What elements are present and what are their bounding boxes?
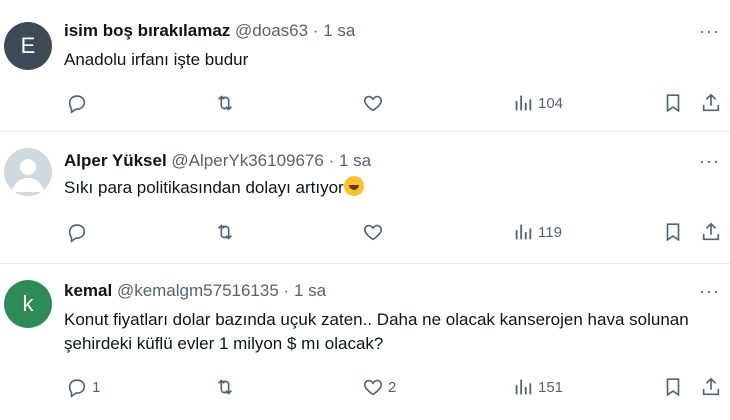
tweet-text: Konut fiyatları dolar bazında uçuk zaten… bbox=[64, 310, 689, 353]
timestamp[interactable]: 1 sa bbox=[339, 151, 371, 170]
more-options-icon[interactable]: ··· bbox=[699, 20, 720, 42]
timestamp[interactable]: 1 sa bbox=[323, 21, 355, 40]
views-button[interactable]: 104 bbox=[512, 90, 563, 116]
views-count: 104 bbox=[538, 94, 564, 112]
like-icon bbox=[363, 95, 383, 112]
views-button[interactable]: 151 bbox=[512, 374, 563, 400]
like-button[interactable] bbox=[362, 90, 388, 116]
tweet-text-container: Sıkı para politikasından dolayı artıyor bbox=[64, 176, 714, 200]
bookmark-button[interactable] bbox=[662, 219, 684, 245]
share-icon bbox=[702, 93, 720, 112]
tweet-text: Anadolu irfanı işte budur bbox=[64, 50, 249, 69]
more-options-icon[interactable]: ··· bbox=[699, 280, 720, 302]
tweet-header: isim boş bırakılamaz @doas63 · 1 sa bbox=[64, 20, 355, 42]
tweet-header: kemal @kemalgm57516135 · 1 sa bbox=[64, 280, 326, 302]
views-icon bbox=[515, 379, 532, 395]
avatar[interactable] bbox=[4, 148, 52, 196]
timestamp[interactable]: 1 sa bbox=[294, 281, 326, 300]
default-avatar-icon bbox=[12, 159, 44, 192]
user-handle[interactable]: @kemalgm57516135 bbox=[117, 281, 279, 300]
views-count: 119 bbox=[538, 223, 562, 241]
reply-icon bbox=[68, 224, 86, 243]
retweet-button[interactable] bbox=[214, 219, 240, 245]
separator-dot: · bbox=[312, 21, 319, 40]
views-count: 151 bbox=[538, 378, 564, 396]
views-icon bbox=[515, 224, 532, 240]
separator-dot: · bbox=[283, 281, 290, 300]
views-icon bbox=[515, 95, 532, 111]
bookmark-button[interactable] bbox=[662, 374, 684, 400]
retweet-icon bbox=[217, 379, 233, 395]
tweet[interactable]: E isim boş bırakılamaz @doas63 · 1 sa ··… bbox=[0, 0, 730, 130]
tweet-header: Alper Yüksel @AlperYk36109676 · 1 sa bbox=[64, 150, 371, 172]
like-icon bbox=[363, 379, 383, 396]
retweet-button[interactable] bbox=[214, 90, 240, 116]
display-name[interactable]: Alper Yüksel bbox=[64, 151, 167, 170]
reply-button[interactable]: 1 bbox=[66, 374, 100, 400]
tweet[interactable]: k kemal @kemalgm57516135 · 1 sa ··· Konu… bbox=[0, 264, 730, 420]
like-button[interactable] bbox=[362, 219, 388, 245]
share-icon bbox=[702, 222, 720, 241]
views-button[interactable]: 119 bbox=[512, 219, 562, 245]
share-button[interactable] bbox=[700, 90, 722, 116]
share-icon bbox=[702, 377, 720, 396]
rolling-on-floor-laughing-emoji-icon bbox=[343, 176, 364, 196]
display-name[interactable]: isim boş bırakılamaz bbox=[64, 21, 230, 40]
retweet-icon bbox=[217, 95, 233, 111]
user-handle[interactable]: @AlperYk36109676 bbox=[171, 151, 323, 170]
like-count: 2 bbox=[388, 378, 397, 396]
tweet-text: Sıkı para politikasından dolayı artıyor bbox=[64, 178, 344, 197]
reply-icon bbox=[68, 379, 86, 398]
bookmark-button[interactable] bbox=[662, 90, 684, 116]
display-name[interactable]: kemal bbox=[64, 281, 112, 300]
tweet[interactable]: Alper Yüksel @AlperYk36109676 · 1 sa ···… bbox=[0, 132, 730, 262]
user-handle[interactable]: @doas63 bbox=[235, 21, 308, 40]
reply-button[interactable] bbox=[66, 219, 92, 245]
action-bar: 119 bbox=[0, 219, 730, 245]
bookmark-icon bbox=[666, 223, 680, 242]
retweet-button[interactable] bbox=[214, 374, 240, 400]
share-button[interactable] bbox=[700, 219, 722, 245]
avatar[interactable]: E bbox=[4, 22, 52, 70]
bookmark-icon bbox=[666, 94, 680, 113]
like-icon bbox=[363, 224, 383, 241]
avatar[interactable]: k bbox=[4, 280, 52, 328]
more-options-icon[interactable]: ··· bbox=[699, 150, 720, 172]
share-button[interactable] bbox=[700, 374, 722, 400]
reply-count: 1 bbox=[92, 378, 101, 396]
action-bar: 104 bbox=[0, 90, 730, 116]
separator-dot: · bbox=[328, 151, 335, 170]
reply-icon bbox=[68, 95, 86, 114]
bookmark-icon bbox=[666, 378, 680, 397]
reply-button[interactable] bbox=[66, 90, 92, 116]
retweet-icon bbox=[217, 224, 233, 240]
like-button[interactable]: 2 bbox=[362, 374, 396, 400]
action-bar: 1 2 151 bbox=[0, 374, 730, 400]
